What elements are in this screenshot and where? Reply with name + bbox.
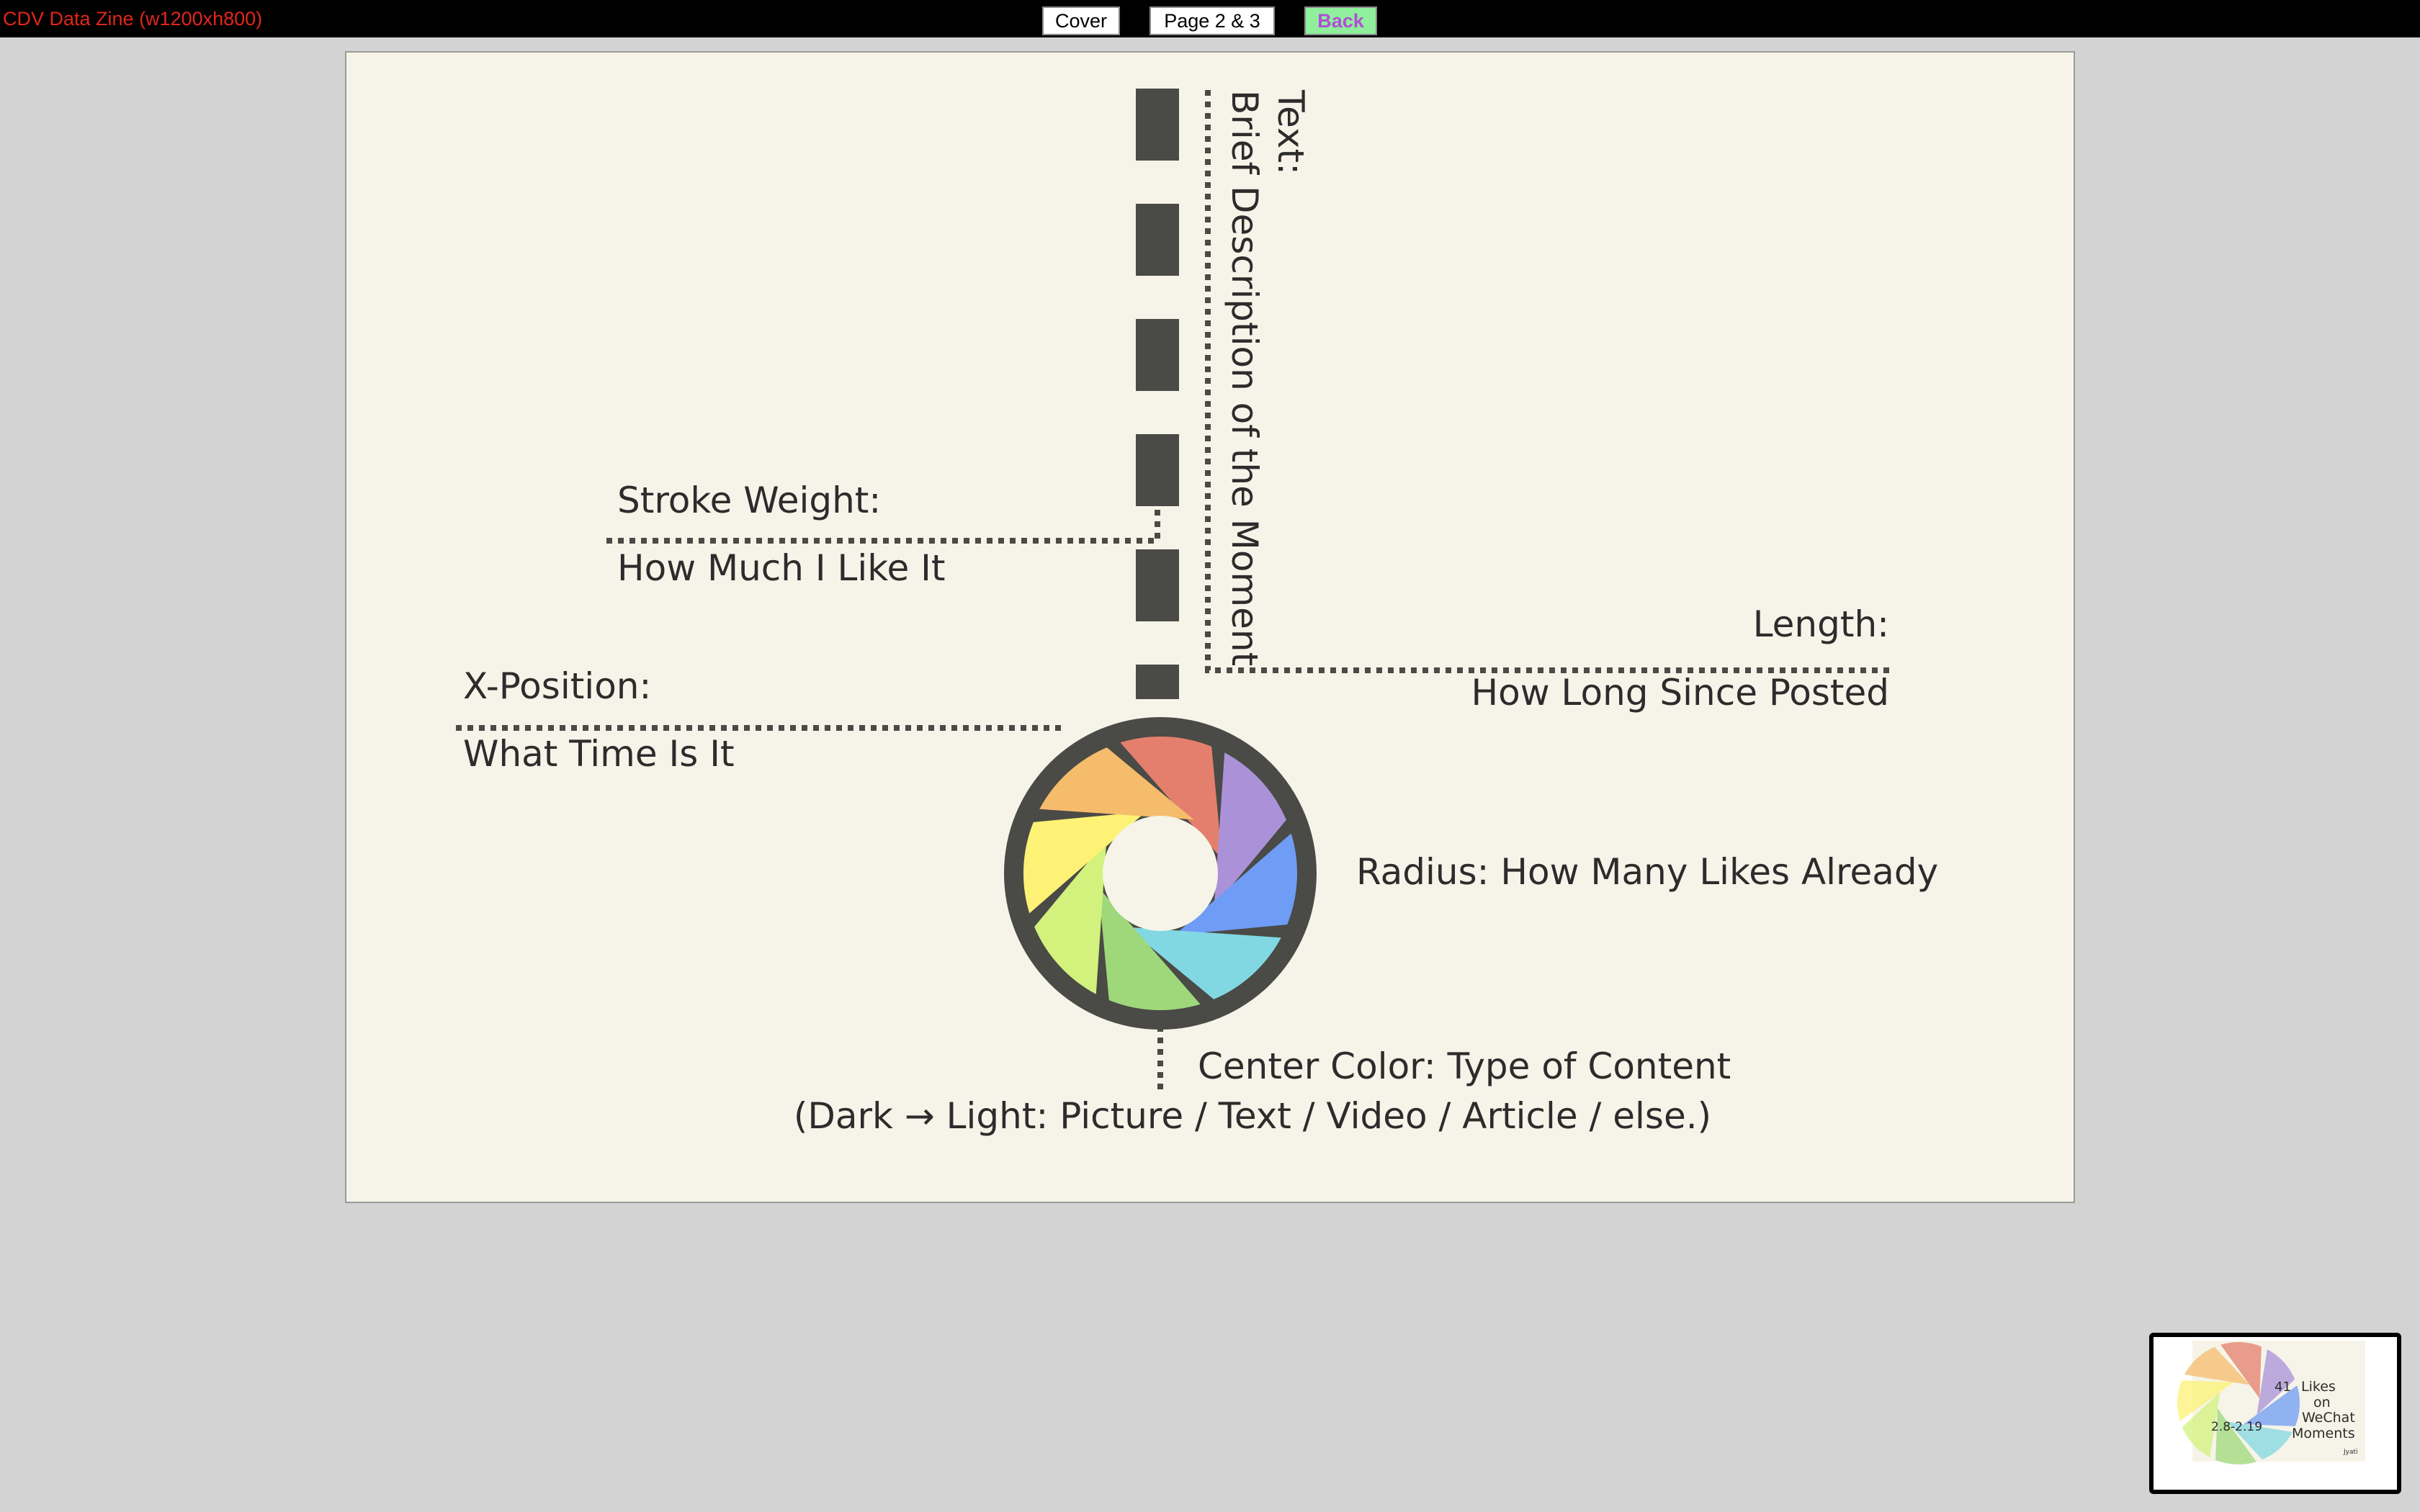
x-position-title: X-Position:	[463, 665, 651, 707]
legend-diagram: Text: Brief Description of the Moment St…	[456, 89, 1938, 1137]
back-button[interactable]: Back	[1304, 6, 1377, 35]
stroke-weight-desc: How Much I Like It	[617, 547, 945, 589]
text-legend: Text: Brief Description of the Moment	[1224, 89, 1312, 666]
aperture-circle	[1004, 717, 1317, 1030]
minimap-thumbnail[interactable]: 41 Likes on WeChat Moments 2.8-2.19 Jyat…	[2149, 1333, 2401, 1494]
radius-label: Radius: How Many Likes Already	[1356, 851, 1938, 893]
length-desc: How Long Since Posted	[1471, 672, 1889, 714]
center-color-title: Center Color: Type of Content	[1198, 1045, 1731, 1087]
length-title: Length:	[1753, 603, 1889, 645]
app-title: CDV Data Zine (w1200xh800)	[3, 8, 263, 30]
minimap-caption-line-4: Moments	[2292, 1426, 2355, 1441]
minimap-author: Jyati	[2343, 1449, 2358, 1456]
top-bar: CDV Data Zine (w1200xh800) Cover Page 2 …	[0, 0, 2420, 37]
center-color-desc: (Dark → Light: Picture / Text / Video / …	[794, 1095, 1711, 1137]
minimap-caption-line-1: Likes	[2301, 1379, 2336, 1395]
text-pointer-line	[1205, 90, 1895, 673]
text-legend-desc: Brief Description of the Moment	[1224, 90, 1265, 666]
page-2-3-button[interactable]: Page 2 & 3	[1150, 6, 1275, 35]
minimap-count: 41	[2275, 1380, 2291, 1395]
stroke-weight-title: Stroke Weight:	[617, 480, 881, 521]
minimap-date-range: 2.8-2.19	[2211, 1420, 2262, 1434]
cover-button[interactable]: Cover	[1042, 6, 1120, 35]
minimap-caption-line-3: WeChat	[2302, 1410, 2355, 1426]
minimap-cover-preview: 41 Likes on WeChat Moments 2.8-2.19 Jyat…	[2177, 1341, 2365, 1464]
x-position-desc: What Time Is It	[463, 733, 735, 775]
text-legend-title: Text:	[1270, 89, 1312, 175]
zine-canvas: Text: Brief Description of the Moment St…	[345, 51, 2075, 1203]
minimap-caption-line-2: on	[2313, 1395, 2331, 1410]
